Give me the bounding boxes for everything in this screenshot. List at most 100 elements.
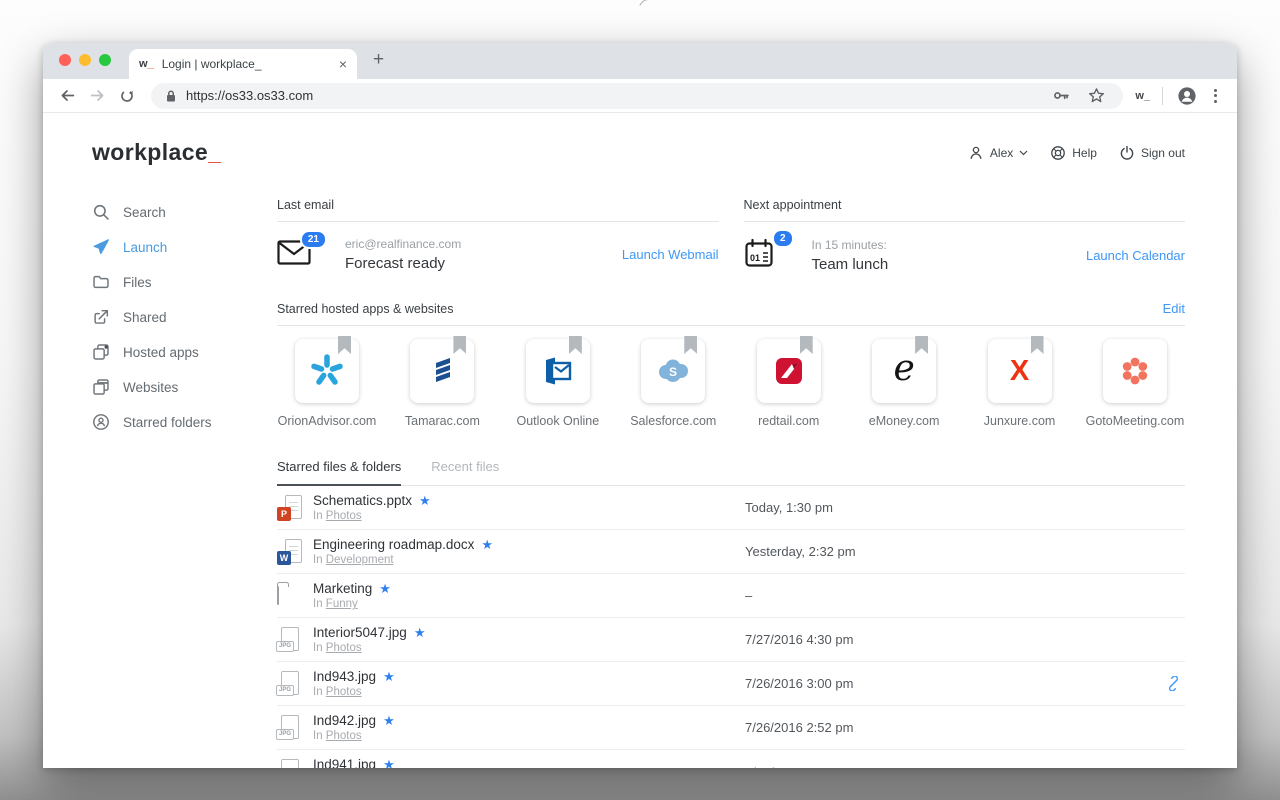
- app-header: workplace_ Alex Help Sign out: [92, 139, 1185, 166]
- app-tile-orionadvisor[interactable]: OrionAdvisor.com: [277, 336, 377, 428]
- browser-toolbar: https://os33.os33.com w_: [43, 79, 1237, 113]
- tab-favicon: w_: [139, 58, 154, 70]
- file-location-link[interactable]: Photos: [326, 642, 362, 654]
- minimize-window-button[interactable]: [79, 54, 91, 66]
- file-row[interactable]: W Engineering roadmap.docx ★ In Developme…: [277, 530, 1185, 574]
- help-button[interactable]: Help: [1050, 145, 1097, 161]
- file-row[interactable]: JPG Ind943.jpg ★ In Photos 7/26/2016 3:00…: [276, 662, 1185, 706]
- shared-link-icon[interactable]: [1155, 676, 1185, 691]
- browser-menu-icon[interactable]: [1205, 88, 1225, 103]
- back-icon[interactable]: [55, 84, 79, 108]
- profile-avatar-icon[interactable]: [1175, 84, 1199, 108]
- app-tile-redtail[interactable]: redtail.com: [739, 336, 839, 428]
- app-tile-salesforce[interactable]: S Salesforce.com: [623, 336, 723, 428]
- bookmark-ribbon-icon: [915, 336, 929, 354]
- appointment-lead: In 15 minutes:: [811, 238, 887, 252]
- jpg-file-icon: JPG: [276, 713, 303, 743]
- app-tile-gotomeeting[interactable]: GotoMeeting.com: [1085, 339, 1185, 428]
- bookmark-star-icon[interactable]: [1083, 84, 1109, 108]
- tab-close-icon[interactable]: ×: [339, 57, 347, 71]
- junxure-x-logo: X: [1009, 354, 1030, 387]
- bookmark-ribbon-icon: [568, 336, 582, 354]
- edit-apps-link[interactable]: Edit: [1163, 301, 1185, 316]
- launch-webmail-link[interactable]: Launch Webmail: [622, 247, 719, 262]
- star-icon[interactable]: ★: [414, 625, 426, 641]
- password-key-icon[interactable]: [1048, 84, 1074, 108]
- tab-starred-files[interactable]: Starred files & folders: [277, 459, 402, 486]
- file-date: 7/26/2016 2:52 pm: [745, 720, 854, 735]
- workplace-page: workplace_ Alex Help Sign out Search Lau…: [43, 113, 1237, 768]
- sign-out-button[interactable]: Sign out: [1119, 145, 1185, 161]
- app-tiles: OrionAdvisor.com Tamarac.com Outlook Onl…: [277, 336, 1185, 428]
- star-icon[interactable]: ★: [383, 669, 395, 685]
- launch-calendar-link[interactable]: Launch Calendar: [1086, 248, 1185, 263]
- star-icon[interactable]: ★: [481, 537, 493, 553]
- browser-tab[interactable]: w_ Login | workplace_ ×: [129, 49, 357, 79]
- refresh-icon[interactable]: [115, 84, 139, 108]
- file-row[interactable]: JPG Interior5047.jpg ★ In Photos 7/27/201…: [276, 618, 1185, 662]
- file-location-link[interactable]: Photos: [326, 510, 362, 522]
- star-icon[interactable]: ★: [383, 713, 395, 729]
- sidebar-item-websites[interactable]: Websites: [92, 373, 277, 401]
- user-menu[interactable]: Alex: [968, 145, 1028, 161]
- file-row[interactable]: JPG Ind942.jpg ★ In Photos 7/26/2016 2:52…: [276, 706, 1185, 750]
- file-row[interactable]: JPG Ind941.jpg★ In Photos 7/25/2016 1:24…: [277, 750, 1185, 768]
- orion-asterisk-logo: [311, 354, 343, 385]
- bookmark-ribbon-icon: [338, 336, 351, 354]
- sidebar-label: Launch: [123, 239, 168, 255]
- files-list: P Schematics.pptx ★ In Photos Today, 1:30…: [276, 486, 1185, 768]
- file-location-link[interactable]: Photos: [326, 730, 362, 742]
- word-file-icon: W: [277, 537, 303, 567]
- next-appointment-title: Next appointment: [743, 198, 1185, 222]
- person-circle-icon: [93, 414, 109, 430]
- file-name: Ind942.jpg: [313, 712, 377, 728]
- app-tile-label: eMoney.com: [868, 414, 940, 428]
- file-row[interactable]: P Schematics.pptx ★ In Photos Today, 1:30…: [277, 486, 1185, 530]
- file-date: 7/27/2016 4:30 pm: [745, 632, 854, 647]
- url-text[interactable]: https://os33.os33.com: [186, 88, 1039, 103]
- appointment-event: Team lunch: [811, 256, 889, 273]
- star-icon[interactable]: ★: [379, 581, 391, 597]
- toolbar-divider: [1162, 86, 1163, 105]
- sidebar-item-search[interactable]: Search: [92, 198, 277, 226]
- calendar-icon: 01: [744, 238, 773, 267]
- app-tile-label: redtail.com: [758, 414, 820, 428]
- tamarac-stripes-logo: [436, 358, 451, 382]
- file-location-link[interactable]: Development: [326, 554, 394, 566]
- sidebar-item-files[interactable]: Files: [92, 268, 277, 296]
- tab-recent-files[interactable]: Recent files: [431, 459, 499, 485]
- file-name: Marketing: [313, 580, 373, 596]
- sidebar-label: Websites: [123, 379, 179, 395]
- star-icon[interactable]: ★: [383, 757, 395, 768]
- sidebar-item-starred-folders[interactable]: Starred folders: [92, 408, 277, 436]
- tab-title: Login | workplace_: [161, 57, 262, 71]
- file-row[interactable]: Marketing ★ In Funny –: [277, 574, 1185, 618]
- forward-icon[interactable]: [85, 84, 109, 108]
- signout-label: Sign out: [1140, 145, 1185, 160]
- redtail-logo: [775, 358, 802, 384]
- address-bar[interactable]: https://os33.os33.com: [151, 82, 1124, 109]
- app-tile-junxure[interactable]: X Junxure.com: [970, 336, 1070, 428]
- browser-tab-strip: w_ Login | workplace_ × +: [43, 43, 1237, 79]
- zoom-window-button[interactable]: [99, 54, 111, 66]
- app-tile-tamarac[interactable]: Tamarac.com: [392, 336, 492, 428]
- new-tab-button[interactable]: +: [373, 50, 384, 73]
- cursor-mark: [639, 0, 652, 11]
- file-location-link[interactable]: Photos: [326, 686, 362, 698]
- calendar-day-number: 01: [750, 253, 760, 263]
- workplace-extension-icon[interactable]: w_: [1135, 90, 1150, 102]
- app-tile-label: Tamarac.com: [404, 414, 480, 428]
- file-location-link[interactable]: Funny: [326, 598, 358, 610]
- jpg-file-icon: JPG: [277, 757, 303, 768]
- starred-apps-title: Starred hosted apps & websites: [277, 302, 454, 316]
- email-sender: eric@realfinance.com: [345, 237, 462, 251]
- app-tile-outlook[interactable]: Outlook Online: [508, 336, 608, 428]
- close-window-button[interactable]: [59, 54, 71, 66]
- sidebar-item-launch[interactable]: Launch: [92, 233, 277, 261]
- sidebar-item-shared[interactable]: Shared: [92, 303, 277, 331]
- star-icon[interactable]: ★: [419, 493, 431, 509]
- starred-apps-header: Starred hosted apps & websites Edit: [277, 301, 1185, 326]
- app-tile-emoney[interactable]: e eMoney.com: [854, 336, 954, 428]
- email-subject: Forecast ready: [345, 255, 446, 272]
- sidebar-item-hosted-apps[interactable]: Hosted apps: [92, 338, 277, 366]
